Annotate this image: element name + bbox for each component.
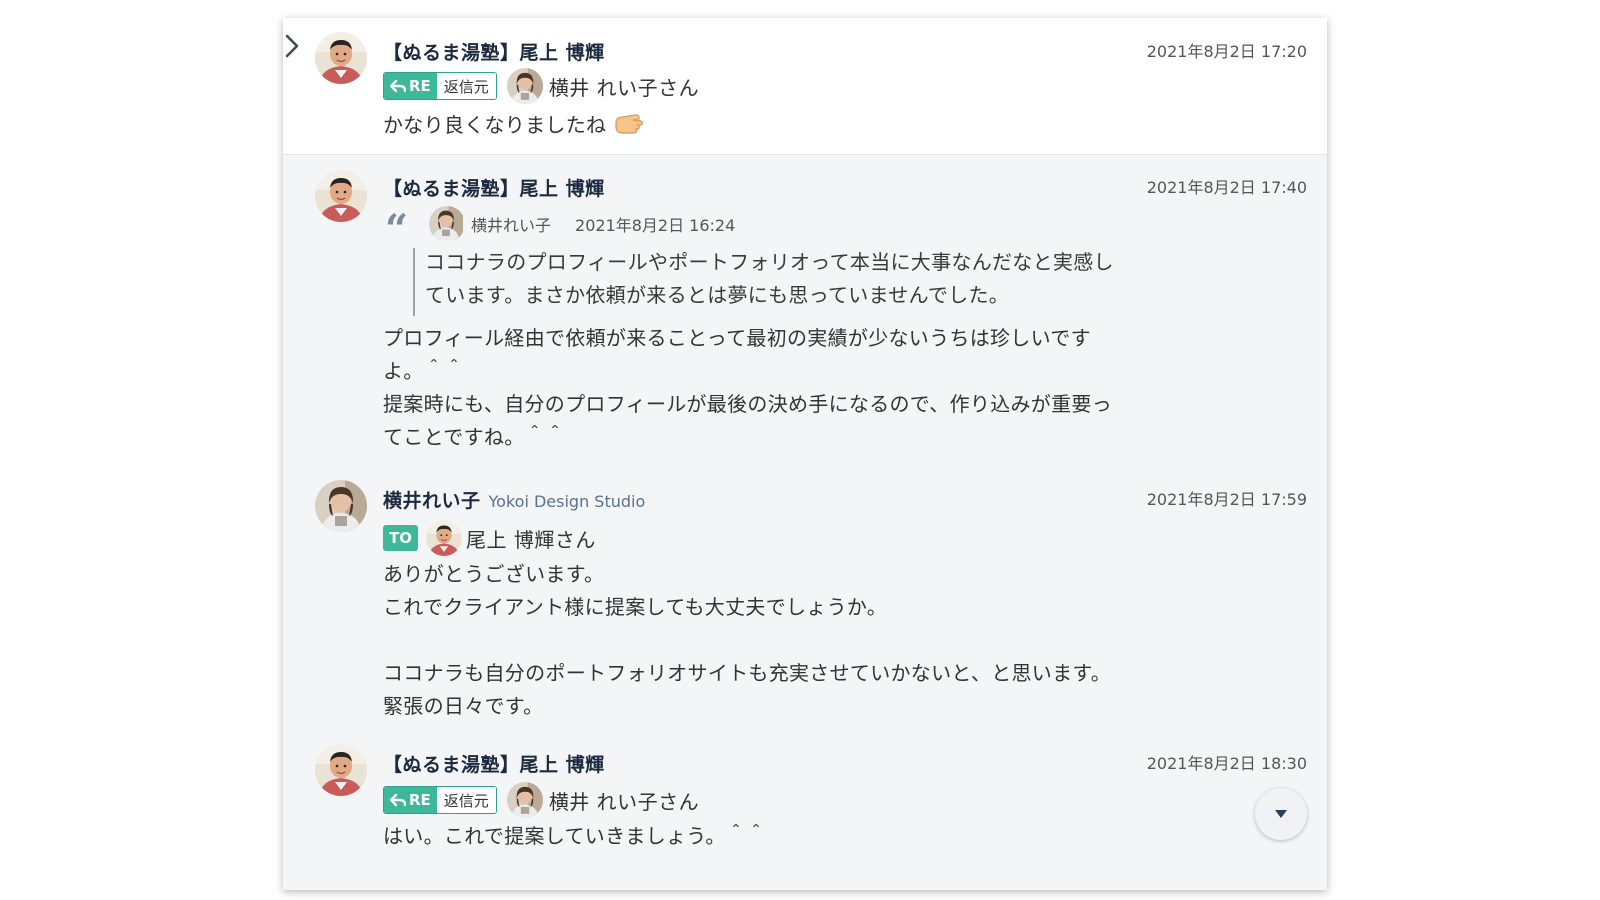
- message-timeline[interactable]: 【ぬるま湯塾】尾上 博輝 2021年8月2日 17:20 RE 返信元 横井 れ…: [283, 18, 1327, 890]
- message-body: プロフィール経由で依頼が来ることって最初の実績が少ないうちは珍しいです よ。＾＾…: [383, 326, 1112, 449]
- quote-bar: [413, 248, 415, 316]
- message-2: 【ぬるま湯塾】尾上 博輝 2021年8月2日 17:40 “ 横井れい子 202…: [283, 154, 1327, 466]
- message-4: 【ぬるま湯塾】尾上 博輝 2021年8月2日 18:30 RE 返信元 横井 れ…: [283, 732, 1327, 890]
- thumbs-up-emoji: [615, 114, 644, 134]
- caret-down-icon: [1275, 810, 1287, 818]
- scroll-to-bottom-button[interactable]: [1255, 788, 1307, 840]
- reply-target-name[interactable]: 横井 れい子さん: [549, 72, 699, 101]
- message-timestamp: 2021年8月2日 18:30: [1146, 754, 1307, 773]
- quote-text: ココナラのプロフィールやポートフォリオって本当に大事なんだなと実感し ています。…: [425, 250, 1114, 307]
- message-timestamp: 2021年8月2日 17:20: [1146, 42, 1307, 61]
- chevron-right-icon[interactable]: [283, 26, 307, 66]
- to-target-name[interactable]: 尾上 博輝さん: [466, 524, 596, 553]
- reply-badge[interactable]: RE 返信元: [383, 72, 497, 100]
- to-badge: TO: [383, 525, 418, 551]
- sender-name[interactable]: 【ぬるま湯塾】尾上 博輝: [383, 750, 605, 777]
- reply-badge[interactable]: RE 返信元: [383, 786, 497, 814]
- reply-arrow-icon: [390, 79, 406, 93]
- reply-source-label: 返信元: [436, 73, 496, 99]
- reply-row: RE 返信元 横井 れい子さん: [383, 68, 699, 104]
- avatar: [507, 68, 543, 104]
- message-body: ありがとうございます。 これでクライアント様に提案しても大丈夫でしょうか。 ココ…: [383, 562, 1111, 718]
- re-label: RE: [409, 791, 431, 809]
- reply-arrow-icon: [390, 793, 406, 807]
- message-timestamp: 2021年8月2日 17:59: [1146, 490, 1307, 509]
- avatar: [507, 782, 543, 818]
- reply-target-name[interactable]: 横井 れい子さん: [549, 786, 699, 815]
- sender-name[interactable]: 横井れい子 Yokoi Design Studio: [383, 486, 645, 513]
- avatar[interactable]: [315, 744, 367, 796]
- message-1: 【ぬるま湯塾】尾上 博輝 2021年8月2日 17:20 RE 返信元 横井 れ…: [283, 18, 1327, 155]
- sender-name[interactable]: 【ぬるま湯塾】尾上 博輝: [383, 174, 605, 201]
- avatar[interactable]: [315, 480, 367, 532]
- quote-time: 2021年8月2日 16:24: [575, 216, 736, 235]
- message-body: はい。これで提案していきましょう。＾＾: [383, 824, 767, 848]
- quote-meta: 横井れい子 2021年8月2日 16:24: [429, 206, 735, 242]
- message-body: かなり良くなりましたね: [383, 109, 645, 142]
- message-timestamp: 2021年8月2日 17:40: [1146, 178, 1307, 197]
- avatar: [429, 206, 465, 242]
- sender-org: Yokoi Design Studio: [488, 492, 646, 511]
- quote-icon: “: [385, 206, 409, 253]
- avatar[interactable]: [315, 170, 367, 222]
- re-label: RE: [409, 77, 431, 95]
- to-row: TO 尾上 博輝さん: [383, 520, 596, 556]
- reply-row: RE 返信元 横井 れい子さん: [383, 782, 699, 818]
- quote-author[interactable]: 横井れい子: [471, 212, 551, 236]
- avatar: [426, 520, 462, 556]
- sender-name[interactable]: 【ぬるま湯塾】尾上 博輝: [383, 38, 605, 65]
- avatar[interactable]: [315, 32, 367, 84]
- message-3: 横井れい子 Yokoi Design Studio 2021年8月2日 17:59…: [283, 466, 1327, 724]
- reply-source-label: 返信元: [436, 787, 496, 813]
